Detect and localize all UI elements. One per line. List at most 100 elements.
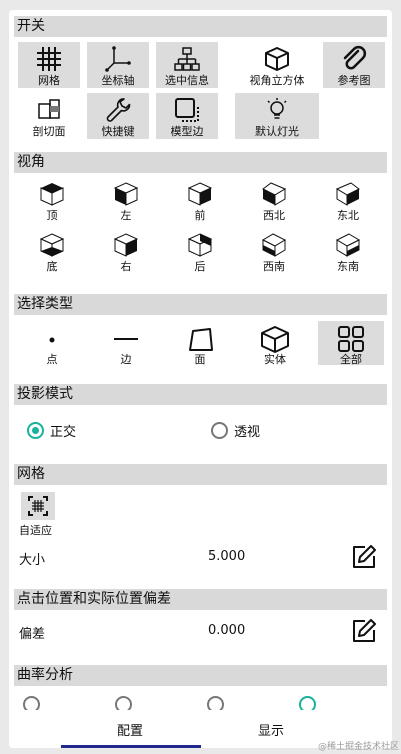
tab-display[interactable]: 显示: [258, 720, 284, 739]
toggle-grid-label: 网格: [38, 74, 60, 87]
toggle-shortcuts[interactable]: 快捷键: [87, 93, 149, 139]
grid-size-value: 5.000: [208, 549, 246, 564]
select-type-edge-label: 边: [120, 353, 132, 366]
toggle-section-plane-label: 剖切面: [32, 125, 66, 138]
tab-active-indicator: [61, 745, 201, 748]
select-type-solid-label: 实体: [264, 353, 286, 366]
view-southeast[interactable]: 东南: [318, 232, 378, 274]
face-icon: [189, 328, 213, 351]
toggle-section-plane[interactable]: 剖切面: [18, 93, 80, 139]
toggle-reference-image[interactable]: 参考图: [323, 42, 385, 88]
watermark: @稀土掘金技术社区: [318, 742, 400, 752]
radio-button-unselected[interactable]: [211, 422, 228, 439]
view-top-label: 顶: [46, 209, 58, 222]
projection-orthographic-label: 正交: [50, 425, 77, 440]
view-left-label: 左: [120, 209, 132, 222]
section-header-grid: 网格: [14, 464, 387, 485]
settings-panel: 开关 网格 坐标轴 选中信息 视角立方体 参考图 剖切面 快捷键 模型边 默认灯…: [9, 10, 392, 748]
paperclip-icon: [343, 45, 367, 70]
view-cube-top-icon: [40, 183, 64, 206]
view-cube-bottom-icon: [39, 233, 65, 257]
view-cube-northwest-icon: [262, 182, 287, 206]
view-cube-southwest-icon: [261, 233, 287, 257]
view-northeast-label: 东北: [337, 209, 359, 222]
view-top[interactable]: 顶: [22, 181, 82, 223]
view-southwest[interactable]: 西南: [244, 232, 304, 274]
light-bulb-icon: [267, 98, 287, 119]
toggle-model-edge[interactable]: 模型边: [156, 93, 218, 139]
view-northeast[interactable]: 东北: [318, 181, 378, 223]
view-southeast-label: 东南: [337, 260, 359, 273]
grid-size-edit-button[interactable]: [351, 544, 377, 570]
section-plane-icon: [38, 99, 60, 119]
view-cube-icon: [265, 47, 289, 71]
select-type-all[interactable]: 全部: [318, 321, 384, 366]
view-cube-right-icon: [113, 233, 139, 257]
point-icon: [49, 337, 55, 343]
solid-icon: [261, 326, 289, 353]
select-type-face[interactable]: 面: [167, 321, 233, 366]
grid-size-label: 大小: [19, 553, 46, 568]
view-cube-left-icon: [113, 182, 139, 206]
view-back[interactable]: 后: [170, 232, 230, 274]
offset-edit-button[interactable]: [351, 618, 377, 644]
toggle-view-cube-label: 视角立方体: [249, 74, 305, 87]
adaptive-grid-icon: [28, 496, 48, 516]
toggle-view-cube[interactable]: 视角立方体: [235, 42, 319, 88]
section-header-offset: 点击位置和实际位置偏差: [14, 589, 387, 610]
grid-adaptive-button[interactable]: [21, 492, 55, 520]
toggle-grid[interactable]: 网格: [18, 42, 80, 88]
toggle-selection-info-label: 选中信息: [165, 74, 209, 87]
view-northwest[interactable]: 西北: [244, 181, 304, 223]
select-type-all-label: 全部: [340, 353, 362, 366]
view-bottom[interactable]: 底: [22, 232, 82, 274]
offset-label: 偏差: [19, 627, 46, 642]
axis-icon: [105, 46, 131, 72]
select-type-point[interactable]: 点: [19, 321, 85, 366]
view-southwest-label: 西南: [263, 260, 285, 273]
toggle-shortcuts-label: 快捷键: [101, 125, 135, 138]
edit-icon: [353, 619, 376, 642]
toggle-axis[interactable]: 坐标轴: [87, 42, 149, 88]
projection-orthographic[interactable]: 正交: [27, 421, 76, 440]
view-cube-southeast-icon: [335, 233, 361, 257]
model-edge-icon: [175, 98, 199, 122]
offset-value: 0.000: [208, 623, 246, 638]
toggle-default-light[interactable]: 默认灯光: [235, 93, 319, 139]
view-right[interactable]: 右: [96, 232, 156, 274]
select-type-face-label: 面: [194, 353, 206, 366]
toggle-default-light-label: 默认灯光: [255, 125, 299, 138]
select-type-solid[interactable]: 实体: [242, 321, 308, 366]
view-northwest-label: 西北: [263, 209, 285, 222]
toggle-selection-info[interactable]: 选中信息: [156, 42, 218, 88]
tab-config[interactable]: 配置: [117, 720, 143, 739]
section-header-select-type: 选择类型: [14, 294, 387, 315]
view-bottom-label: 底: [46, 260, 58, 273]
edit-icon: [353, 545, 376, 568]
section-header-views: 视角: [14, 152, 387, 173]
edge-icon: [114, 338, 138, 340]
projection-perspective[interactable]: 透视: [211, 421, 260, 440]
view-front-label: 前: [194, 209, 206, 222]
toggle-reference-image-label: 参考图: [337, 74, 371, 87]
select-type-point-label: 点: [46, 353, 58, 366]
radio-button-selected[interactable]: [27, 422, 44, 439]
projection-perspective-label: 透视: [234, 425, 261, 440]
grid-icon: [37, 47, 61, 71]
wrench-icon: [106, 98, 131, 122]
grid-adaptive-label: 自适应: [19, 524, 52, 537]
view-left[interactable]: 左: [96, 181, 156, 223]
view-front[interactable]: 前: [170, 181, 230, 223]
view-cube-northeast-icon: [335, 182, 360, 206]
view-cube-back-icon: [187, 233, 213, 257]
view-back-label: 后: [194, 260, 206, 273]
hierarchy-icon: [174, 47, 200, 71]
toggle-axis-label: 坐标轴: [101, 74, 135, 87]
view-right-label: 右: [120, 260, 132, 273]
section-header-switches: 开关: [14, 16, 387, 37]
all-icon: [338, 326, 364, 352]
section-header-projection: 投影模式: [14, 384, 387, 405]
select-type-edge[interactable]: 边: [93, 321, 159, 366]
section-header-curvature: 曲率分析: [14, 665, 387, 686]
toggle-model-edge-label: 模型边: [170, 125, 204, 138]
